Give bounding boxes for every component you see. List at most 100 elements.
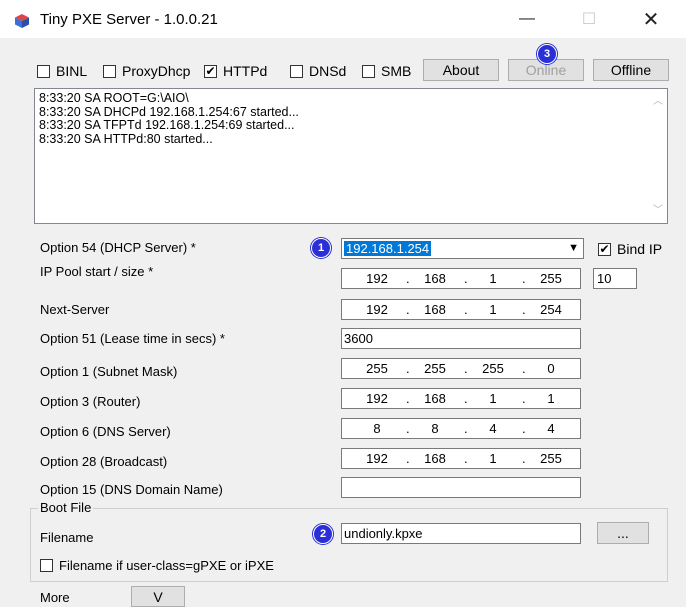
bind-ip-label: Bind IP — [617, 241, 663, 257]
lease-time-value: 3600 — [344, 331, 373, 346]
dropdown-arrow-icon[interactable]: ▼ — [568, 242, 579, 254]
ip-dot: . — [522, 421, 526, 436]
proxydhcp-label: ProxyDhcp — [122, 63, 191, 79]
smb-checkbox-box[interactable] — [362, 64, 375, 78]
opt28-label: Option 28 (Broadcast) — [40, 454, 168, 469]
ip-dot: . — [406, 451, 410, 466]
proxydhcp-checkbox[interactable]: ProxyDhcp — [103, 63, 190, 79]
ip-dot: . — [464, 302, 468, 317]
ip-dot: . — [406, 421, 410, 436]
ip-octet[interactable]: 4 — [476, 421, 510, 436]
ip-dot: . — [406, 361, 410, 376]
opt51-label: Option 51 (Lease time in secs) * — [40, 331, 225, 346]
router-ip-field[interactable]: 192 168 1 1... — [341, 388, 581, 409]
httpd-checkbox[interactable]: ✔ HTTPd — [204, 63, 267, 79]
binl-checkbox-box[interactable] — [37, 64, 50, 78]
more-expand-button[interactable]: V — [131, 586, 185, 607]
scroll-down-arrow-icon[interactable]: ﹀ — [653, 204, 663, 218]
log-line: 8:33:20 SA HTTPd:80 started... — [39, 131, 213, 146]
app-cube-icon — [15, 14, 29, 28]
ip-octet[interactable]: 168 — [418, 271, 452, 286]
maximize-button[interactable]: ☐ — [566, 0, 612, 38]
ip-octet[interactable]: 254 — [534, 302, 568, 317]
binl-checkbox[interactable]: BINL — [37, 63, 87, 79]
ip-octet[interactable]: 1 — [476, 271, 510, 286]
ip-octet[interactable]: 168 — [418, 391, 452, 406]
ip-dot: . — [464, 391, 468, 406]
bind-ip-checkbox-box[interactable]: ✔ — [598, 242, 611, 256]
log-line: 8:33:20 SA TFPTd 192.168.1.254:69 starte… — [39, 118, 295, 132]
minimize-button[interactable]: — — [504, 0, 550, 38]
ip-octet[interactable]: 168 — [418, 451, 452, 466]
log-line: 8:33:20 SA DHCPd 192.168.1.254:67 starte… — [39, 104, 299, 119]
about-button[interactable]: About — [423, 59, 499, 81]
ip-octet[interactable]: 4 — [534, 421, 568, 436]
ip-octet[interactable]: 1 — [534, 391, 568, 406]
ip-octet[interactable]: 255 — [360, 361, 394, 376]
marker-1-badge: 1 — [311, 238, 331, 258]
pool-size-field[interactable]: 10 — [593, 268, 637, 289]
bind-ip-checkbox[interactable]: ✔ Bind IP — [598, 241, 662, 257]
pool-label: IP Pool start / size * — [40, 264, 154, 279]
marker-3-badge: 3 — [537, 44, 557, 64]
ip-octet[interactable]: 255 — [534, 451, 568, 466]
ip-octet[interactable]: 255 — [418, 361, 452, 376]
boot-file-group-title: Boot File — [38, 500, 94, 515]
ip-octet[interactable]: 255 — [476, 361, 510, 376]
close-icon: ✕ — [642, 8, 660, 31]
ip-octet[interactable]: 0 — [534, 361, 568, 376]
httpd-checkbox-box[interactable]: ✔ — [204, 64, 217, 78]
userclass-checkbox-box[interactable] — [40, 559, 53, 572]
smb-checkbox[interactable]: SMB — [362, 63, 411, 79]
title-bar[interactable]: Tiny PXE Server - 1.0.0.21 — ☐ ✕ — [0, 0, 686, 38]
ip-octet[interactable]: 192 — [360, 302, 394, 317]
dnsd-checkbox-box[interactable] — [290, 64, 303, 78]
ip-dot: . — [406, 302, 410, 317]
ip-dot: . — [464, 451, 468, 466]
window-title: Tiny PXE Server - 1.0.0.21 — [40, 11, 218, 28]
dns-domain-name-field[interactable] — [341, 477, 581, 498]
ip-octet[interactable]: 1 — [476, 391, 510, 406]
ip-dot: . — [464, 361, 468, 376]
userclass-label: Filename if user-class=gPXE or iPXE — [59, 558, 274, 573]
ip-octet[interactable]: 1 — [476, 451, 510, 466]
log-output[interactable]: 8:33:20 SA ROOT=G:\AIO\ 8:33:20 SA DHCPd… — [34, 88, 668, 224]
dhcp-server-select[interactable]: 192.168.1.254 ▼ — [341, 238, 584, 259]
log-line: 8:33:20 SA ROOT=G:\AIO\ — [39, 91, 189, 105]
opt3-label: Option 3 (Router) — [40, 394, 141, 409]
next-server-label: Next-Server — [40, 302, 110, 317]
broadcast-ip-field[interactable]: 192 168 1 255... — [341, 448, 581, 469]
next-server-ip-field[interactable]: 192 168 1 254... — [341, 299, 581, 320]
ip-dot: . — [522, 451, 526, 466]
ip-octet[interactable]: 8 — [418, 421, 452, 436]
userclass-checkbox[interactable]: Filename if user-class=gPXE or iPXE — [40, 558, 274, 573]
dns-server-ip-field[interactable]: 8 8 4 4... — [341, 418, 581, 439]
dnsd-checkbox[interactable]: DNSd — [290, 63, 346, 79]
marker-2-badge: 2 — [313, 524, 333, 544]
ip-octet[interactable]: 1 — [476, 302, 510, 317]
tiny-pxe-window: Tiny PXE Server - 1.0.0.21 — ☐ ✕ BINL Pr… — [0, 0, 686, 607]
pool-start-ip-field[interactable]: 192 168 1 255... — [341, 268, 581, 289]
ip-dot: . — [406, 391, 410, 406]
ip-dot: . — [464, 271, 468, 286]
offline-button[interactable]: Offline — [593, 59, 669, 81]
ip-octet[interactable]: 8 — [360, 421, 394, 436]
ip-octet[interactable]: 192 — [360, 271, 394, 286]
dhcp-server-value: 192.168.1.254 — [344, 241, 432, 256]
opt6-label: Option 6 (DNS Server) — [40, 424, 171, 439]
opt15-label: Option 15 (DNS Domain Name) — [40, 482, 223, 497]
ip-dot: . — [522, 302, 526, 317]
lease-time-field[interactable]: 3600 — [341, 328, 581, 349]
ip-octet[interactable]: 168 — [418, 302, 452, 317]
scroll-up-arrow-icon[interactable]: ︿ — [653, 95, 663, 109]
boot-filename-field[interactable]: undionly.kpxe — [341, 523, 581, 544]
ip-octet[interactable]: 192 — [360, 451, 394, 466]
ip-octet[interactable]: 192 — [360, 391, 394, 406]
ip-octet[interactable]: 255 — [534, 271, 568, 286]
proxydhcp-checkbox-box[interactable] — [103, 64, 116, 78]
browse-button[interactable]: ... — [597, 522, 649, 544]
maximize-icon: ☐ — [581, 11, 597, 28]
close-button[interactable]: ✕ — [628, 0, 674, 38]
ip-dot: . — [522, 271, 526, 286]
subnet-mask-ip-field[interactable]: 255 255 255 0... — [341, 358, 581, 379]
